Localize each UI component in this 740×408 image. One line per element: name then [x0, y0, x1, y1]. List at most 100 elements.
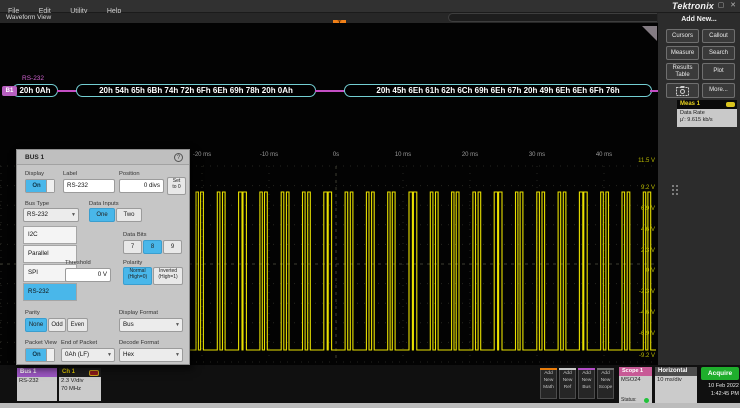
meas1-status-pill	[726, 102, 735, 107]
label-input[interactable]: RS-232	[63, 179, 115, 193]
window-controls: – ▢ ✕	[703, 1, 739, 11]
data-inputs-label: Data Inputs	[89, 201, 119, 207]
volt-tick-label: 0 V	[625, 268, 655, 274]
packet-view-label: Packet View	[25, 340, 57, 346]
help-icon[interactable]: ?	[174, 153, 183, 162]
data-bits-8-button[interactable]: 8	[143, 240, 162, 254]
scope1-badge-title: Scope 1	[619, 367, 652, 376]
bus1-badge-body: RS-232	[17, 377, 57, 401]
parity-label: Parity	[25, 310, 40, 316]
bus-link	[315, 90, 345, 92]
bus-track-label: RS-232	[22, 75, 44, 82]
acquire-button[interactable]: Acquire	[701, 367, 739, 380]
polarity-label: Polarity	[123, 260, 142, 266]
chevron-down-icon: ▼	[175, 319, 180, 331]
data-bits-9-button[interactable]: 9	[163, 240, 182, 254]
ch1-termination-icon	[89, 370, 99, 376]
capture-icon	[676, 86, 689, 96]
scope1-badge[interactable]: Scope 1 MSO24 Status:	[619, 367, 652, 405]
bus-packet[interactable]: 20h 54h 65h 6Bh 74h 72h 6Fh 6Eh 69h 78h …	[76, 84, 316, 97]
parity-odd-button[interactable]: Odd	[48, 318, 66, 332]
add-new-bus-button[interactable]: Add New Bus	[578, 368, 595, 399]
panel-grip[interactable]	[672, 185, 678, 195]
horizontal-badge-body: 10 ms/div	[655, 376, 697, 405]
bus-type-option-rs232[interactable]: RS-232	[23, 283, 77, 301]
polarity-normal-button[interactable]: Normal(High=0)	[123, 267, 152, 285]
scope1-badge-body: MSO24 Status:	[619, 376, 652, 405]
right-sidebar: Add New... Cursors Callout Measure Searc…	[658, 13, 740, 365]
label-label: Label	[63, 171, 77, 177]
volt-tick-label: 6.9 V	[625, 206, 655, 212]
callout-button[interactable]: Callout	[702, 29, 735, 43]
time-tick-label: 30 ms	[523, 152, 551, 158]
tab-waveform-view[interactable]: Waveform View	[6, 13, 51, 23]
expand-corner-icon[interactable]	[642, 26, 657, 41]
bus-packet[interactable]: 20h 45h 6Eh 61h 62h 6Ch 69h 6Eh 67h 20h …	[344, 84, 652, 97]
meas1-value: μ': 9.615 kb/s	[680, 117, 734, 124]
time-tick-label: 0s	[322, 152, 350, 158]
maximize-icon[interactable]: ▢	[715, 1, 727, 11]
parity-even-button[interactable]: Even	[67, 318, 88, 332]
time-tick-label: -20 ms	[188, 152, 216, 158]
meas1-badge[interactable]: Meas 1 Data Rate μ': 9.615 kb/s	[677, 100, 737, 127]
bus1-badge[interactable]: Bus 1 RS-232	[17, 368, 57, 401]
volt-tick-label: 4.6 V	[625, 227, 655, 233]
volt-tick-label: 2.3 V	[625, 248, 655, 254]
display-label: Display	[25, 171, 44, 177]
volt-tick-label: -6.9 V	[625, 331, 655, 337]
time-tick-label: -10 ms	[255, 152, 283, 158]
decode-format-label: Decode Format	[119, 340, 159, 346]
bus-link	[650, 90, 658, 92]
menu-bar: File Edit Utility Help Tektronix – ▢ ✕	[0, 0, 740, 13]
close-icon[interactable]: ✕	[727, 1, 739, 11]
volt-tick-label: 11.5 V	[625, 158, 655, 164]
horizontal-badge-title: Horizontal	[655, 367, 697, 376]
volt-tick-label: -9.2 V	[625, 353, 655, 359]
display-toggle[interactable]: On	[25, 179, 55, 193]
data-inputs-one-button[interactable]: One	[89, 208, 115, 222]
polarity-inverted-button[interactable]: Inverted(High=1)	[153, 267, 183, 285]
position-input[interactable]: 0 divs	[119, 179, 164, 193]
bus1-config-dialog: BUS 1 ? Display Label Position On RS-232…	[16, 149, 190, 365]
more-button[interactable]: More...	[702, 83, 735, 98]
data-bits-7-button[interactable]: 7	[123, 240, 142, 254]
parity-none-button[interactable]: None	[25, 318, 47, 332]
position-label: Position	[119, 171, 140, 177]
dialog-header[interactable]: BUS 1 ?	[17, 150, 189, 165]
results-bar-handle[interactable]	[448, 13, 657, 22]
ch1-badge[interactable]: Ch 1 2.3 V/div 70 MHz	[59, 368, 101, 401]
packet-view-toggle[interactable]: On	[25, 348, 55, 362]
bus-source-badge[interactable]: B1	[2, 86, 17, 96]
add-new-math-button[interactable]: Add New Math	[540, 368, 557, 399]
bus-type-dropdown[interactable]: RS-232▼	[23, 208, 79, 222]
cursors-button[interactable]: Cursors	[666, 29, 699, 43]
bus-packet[interactable]: 20h 0Ah	[12, 84, 58, 97]
meas1-name: Data Rate	[680, 110, 734, 117]
ch1-badge-body: 2.3 V/div 70 MHz	[59, 377, 101, 401]
bus-link	[57, 90, 77, 92]
capture-button[interactable]	[666, 83, 699, 98]
decode-format-dropdown[interactable]: Hex▼	[119, 348, 183, 362]
end-of-packet-dropdown[interactable]: 0Ah (LF)▼	[61, 348, 115, 362]
set-to-zero-button[interactable]: Setto 0	[167, 177, 186, 195]
dialog-title: BUS 1	[25, 154, 44, 161]
bus-type-option-i2c[interactable]: I2C	[23, 226, 77, 244]
data-inputs-two-button[interactable]: Two	[116, 208, 142, 222]
results-table-button[interactable]: Results Table	[666, 63, 699, 80]
measure-button[interactable]: Measure	[666, 46, 699, 60]
threshold-input[interactable]: 0 V	[65, 268, 111, 282]
bus1-badge-title: Bus 1	[17, 368, 57, 377]
bus-type-label: Bus Type	[25, 201, 49, 207]
search-button[interactable]: Search	[702, 46, 735, 60]
add-new-ref-button[interactable]: Add New Ref	[559, 368, 576, 399]
add-new-scope-button[interactable]: Add New Scope	[597, 368, 614, 399]
minimize-icon[interactable]: –	[703, 1, 715, 11]
horizontal-badge[interactable]: Horizontal 10 ms/div	[655, 367, 697, 405]
display-format-dropdown[interactable]: Bus▼	[119, 318, 183, 332]
display-format-label: Display Format	[119, 310, 158, 316]
time-tick-label: 40 ms	[590, 152, 618, 158]
plot-button[interactable]: Plot	[702, 63, 735, 80]
add-new-title: Add New...	[658, 16, 740, 23]
ch1-badge-title: Ch 1	[59, 368, 101, 377]
chevron-down-icon: ▼	[175, 349, 180, 361]
